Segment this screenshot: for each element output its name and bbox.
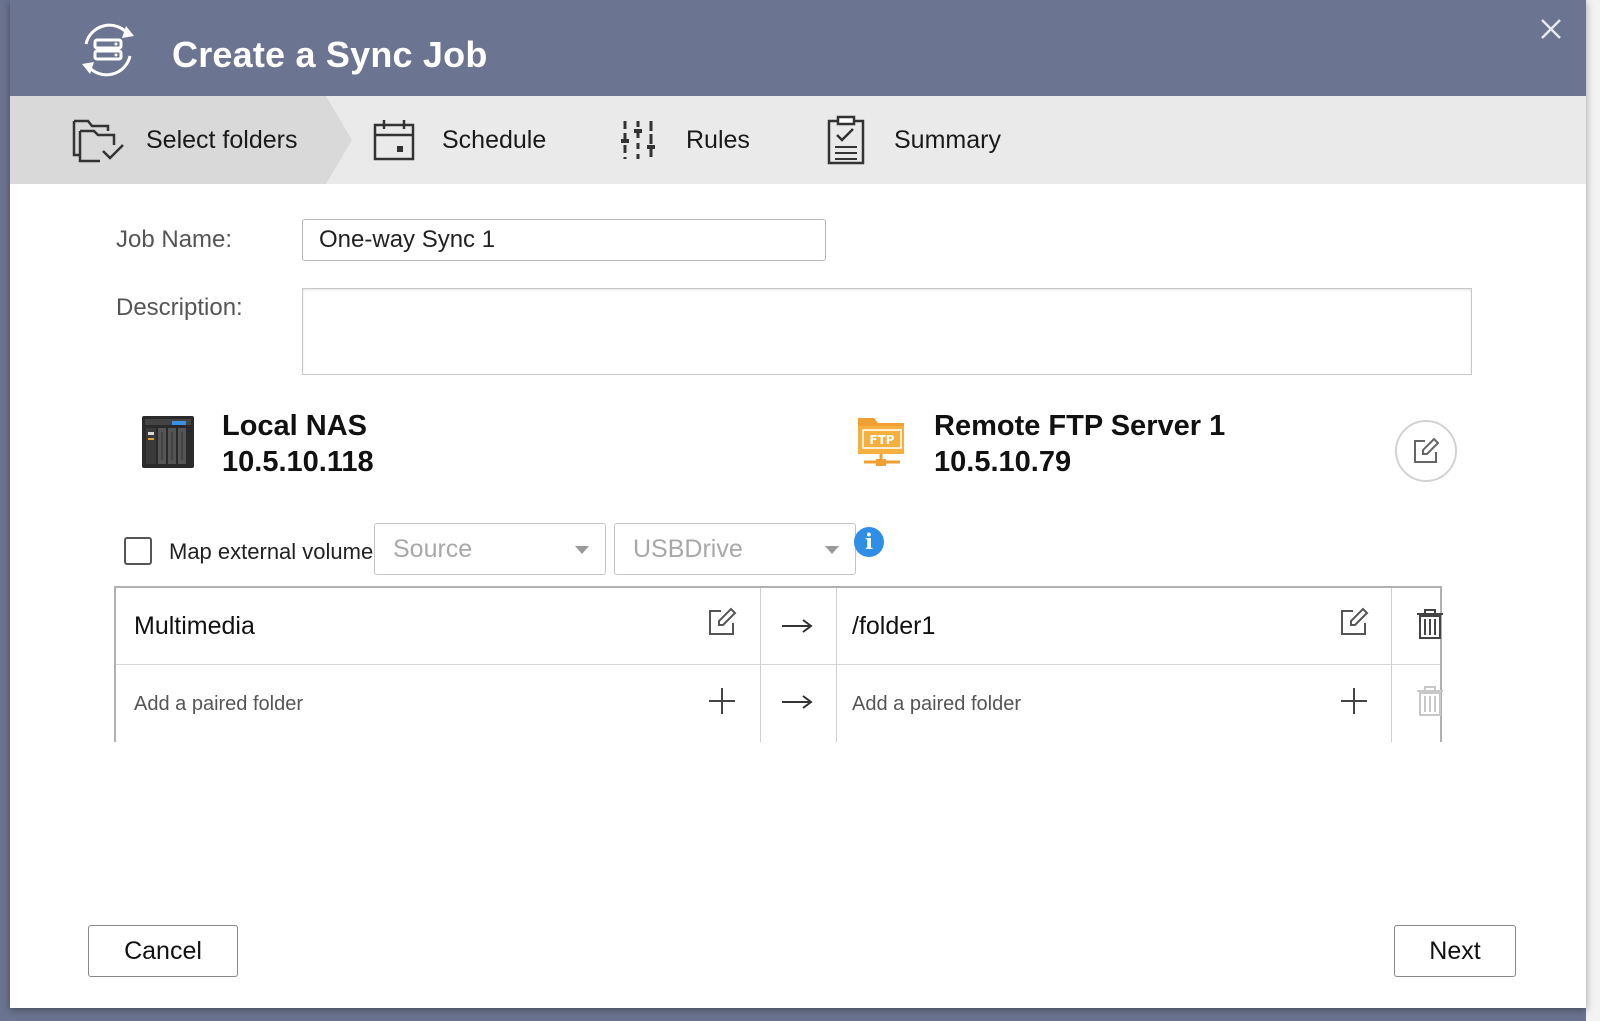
info-icon[interactable]: i	[854, 527, 884, 557]
trash-icon	[1414, 685, 1446, 717]
drive-select-value: USBDrive	[633, 534, 743, 563]
source-select[interactable]: Source	[374, 523, 606, 575]
step-label: Select folders	[146, 125, 298, 154]
add-pair-row: Add a paired folder Add a paired folder	[116, 665, 1443, 744]
wizard-steps: Select folders Schedule Rules Summary	[10, 96, 1586, 184]
edit-icon[interactable]	[1338, 606, 1370, 638]
clipboard-check-icon	[818, 115, 874, 165]
source-folder: Multimedia	[134, 612, 255, 640]
source-device-ip: 10.5.10.118	[222, 446, 374, 478]
edit-remote-server-button[interactable]	[1395, 420, 1457, 482]
sliders-icon	[610, 115, 666, 165]
target-device-ip: 10.5.10.79	[934, 446, 1072, 478]
table-row: Multimedia /folder1	[116, 588, 1443, 665]
map-external-volume-checkbox[interactable]	[124, 537, 152, 565]
step-select-folders[interactable]: Select folders	[70, 96, 297, 184]
drive-select[interactable]: USBDrive	[614, 523, 856, 575]
dialog-title: Create a Sync Job	[172, 34, 488, 75]
add-target-folder-placeholder[interactable]: Add a paired folder	[852, 693, 1021, 716]
source-select-value: Source	[393, 534, 473, 563]
arrow-right-icon	[780, 692, 814, 712]
description-label: Description:	[116, 294, 243, 321]
ftp-badge-text: FTP	[869, 433, 894, 447]
background-edge	[1586, 0, 1600, 1021]
cancel-button[interactable]: Cancel	[88, 925, 238, 977]
arrow-right-icon	[780, 616, 814, 636]
edit-icon[interactable]	[706, 606, 738, 638]
close-icon[interactable]	[1538, 16, 1564, 42]
source-device-name: Local NAS	[222, 410, 368, 442]
target-folder: /folder1	[852, 612, 936, 640]
step-rules[interactable]: Rules	[610, 96, 750, 184]
step-schedule[interactable]: Schedule	[366, 96, 546, 184]
folder-pairs-table: Multimedia /folder1 Add a paired folder …	[114, 586, 1443, 744]
sync-drive-icon	[76, 18, 140, 82]
step-label: Rules	[686, 125, 750, 154]
create-sync-job-dialog: Create a Sync Job Select folders Schedul…	[10, 0, 1586, 1008]
description-textarea[interactable]	[302, 288, 1472, 375]
job-name-label: Job Name:	[116, 226, 233, 253]
trash-icon[interactable]	[1414, 608, 1446, 640]
add-source-folder-placeholder[interactable]: Add a paired folder	[134, 693, 303, 716]
plus-icon[interactable]	[706, 685, 738, 717]
chevron-down-icon	[575, 546, 589, 554]
step-summary[interactable]: Summary	[818, 96, 1001, 184]
nas-icon	[142, 416, 194, 468]
step-label: Summary	[894, 125, 1001, 154]
edit-icon	[1414, 437, 1440, 463]
ftp-server-icon: FTP	[856, 414, 908, 470]
folder-check-icon	[70, 115, 126, 165]
job-name-input[interactable]	[302, 219, 826, 261]
calendar-icon	[366, 115, 422, 165]
step-label: Schedule	[442, 125, 547, 154]
target-device-name: Remote FTP Server 1	[934, 410, 1226, 442]
map-external-volume-label: Map external volume	[169, 539, 374, 564]
dialog-titlebar: Create a Sync Job	[10, 0, 1586, 96]
chevron-down-icon	[825, 546, 839, 554]
plus-icon[interactable]	[1338, 685, 1370, 717]
next-button[interactable]: Next	[1394, 925, 1516, 977]
